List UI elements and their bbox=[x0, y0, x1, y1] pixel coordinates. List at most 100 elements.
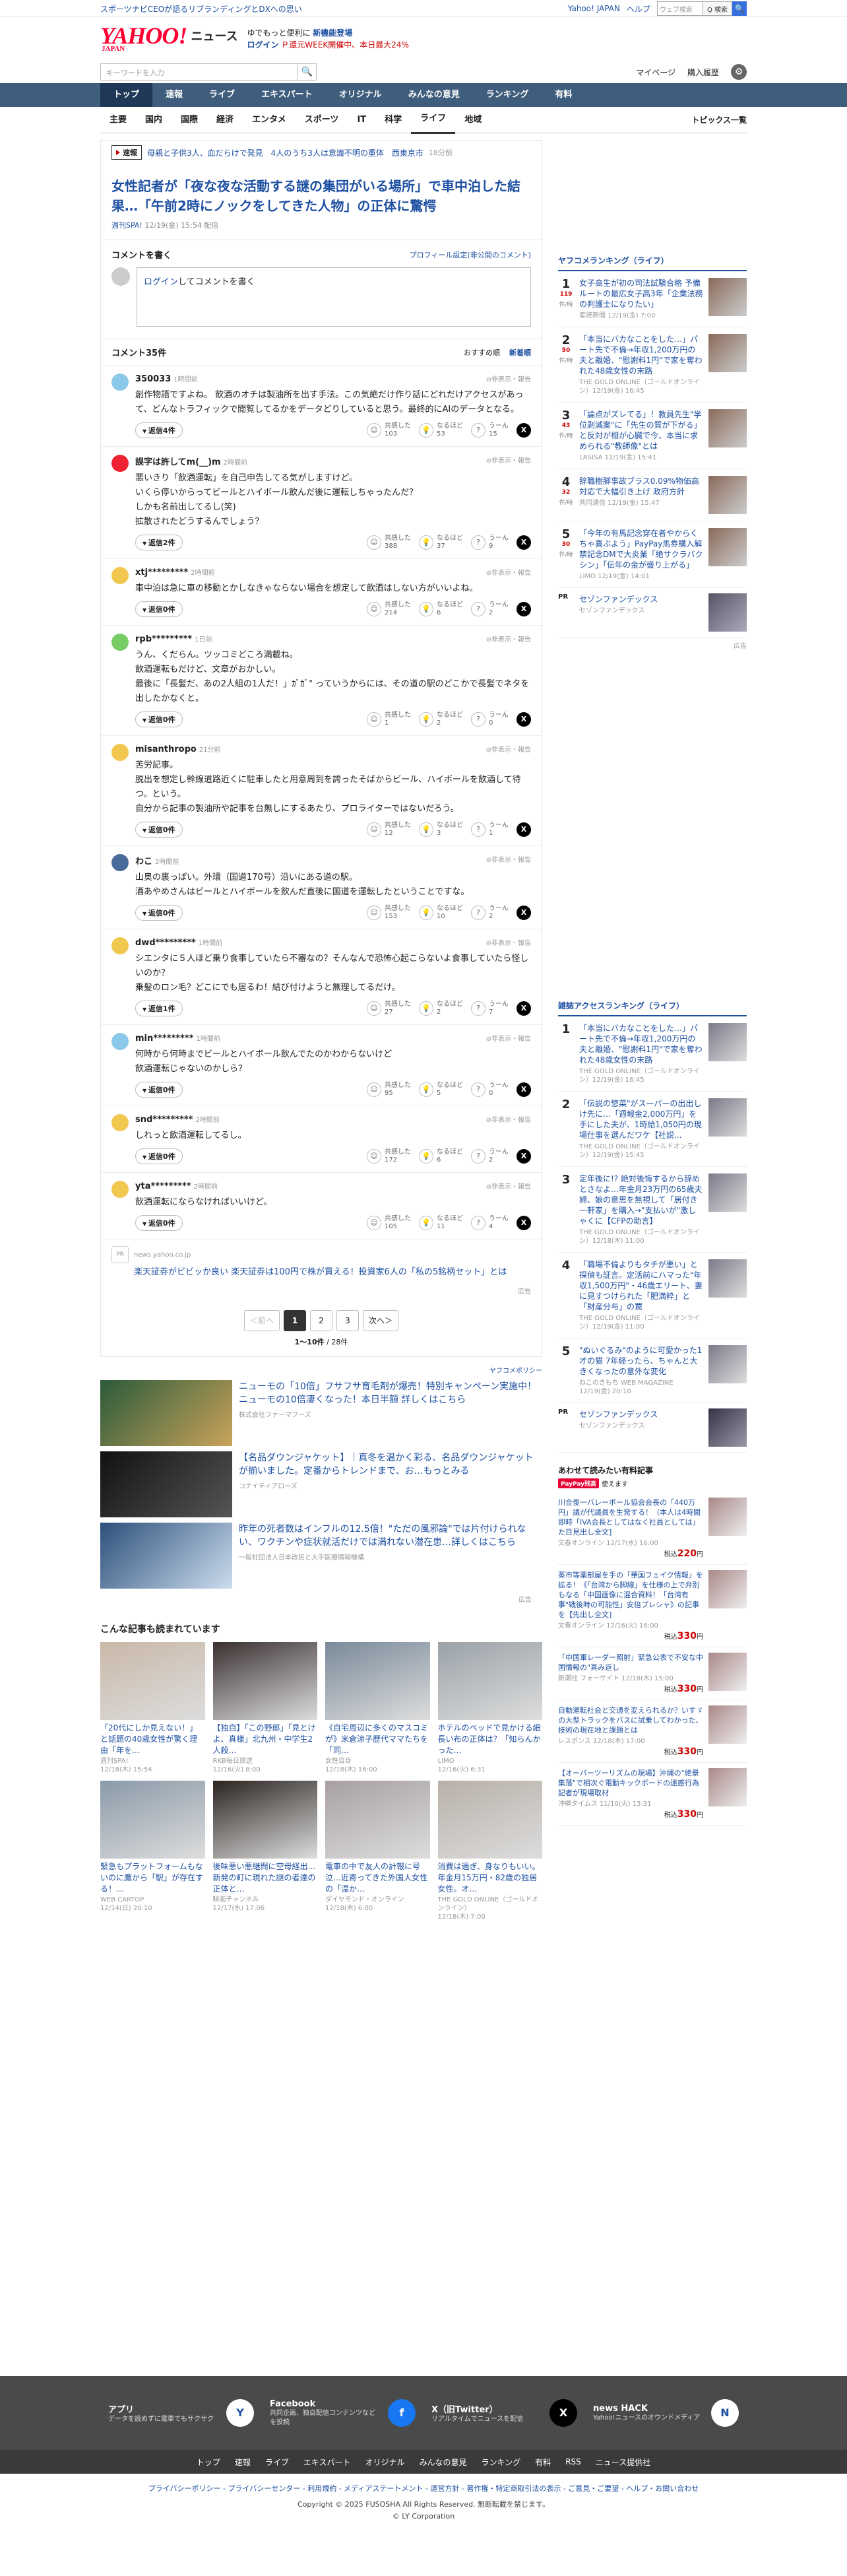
ranking-title[interactable]: 「職場不倫よりもタチが悪い」と探偵も証言。定活前にハマった"年収1,500万円"… bbox=[579, 1259, 703, 1312]
ad-title[interactable]: 【名品ダウンジャケット】｜真冬を温かく彩る、名品ダウンジャケットが揃いました。定… bbox=[239, 1451, 542, 1478]
reaction-button[interactable]: ☺ 共感した 103 bbox=[367, 422, 411, 438]
related-item[interactable]: ホテルのベッドで見かける細長い布の正体は？「知らんかった… LIMO 12/16(火… bbox=[437, 1642, 543, 1774]
mypage-link[interactable]: マイページ bbox=[636, 67, 675, 78]
reaction-button[interactable]: 💡 なるほど 53 bbox=[419, 422, 463, 438]
reply-button[interactable]: 返信2件 bbox=[135, 535, 183, 550]
related-item[interactable]: 緊急もプラットフォームもないのに鷹から「駅」が存在する！… WEB CARTOP 1… bbox=[100, 1781, 205, 1921]
paid-title[interactable]: 「中国軍レーダー照射」緊急公表で不安な中国情報の"真み返し bbox=[558, 1653, 703, 1672]
related-title[interactable]: 後味悪い悪継問に空母経出…新発の町に現れた謎の者達の正体と… bbox=[213, 1861, 318, 1896]
facebook-icon[interactable]: f bbox=[388, 2399, 416, 2427]
ranking-item[interactable]: 3 43 件/時 「論点がズレてる」！教員先生"学位剥減案"に「先生の質が下がる」と反… bbox=[558, 403, 747, 469]
reaction-button[interactable]: ? うーん 0 bbox=[471, 711, 509, 727]
footer-service[interactable]: Facebook 共同企画、独自配信コンテンツなどを投稿 f bbox=[262, 2399, 424, 2427]
reaction-button[interactable]: ? うーん 2 bbox=[471, 905, 509, 921]
related-thumbnail[interactable] bbox=[212, 1642, 317, 1720]
paid-article[interactable]: 蒸市等薬部屋を手の「華国フェイク情報」を拡る！《「台湾から脚線」を仕様の上で弁別… bbox=[558, 1565, 747, 1647]
related-item[interactable]: 【独自】「この野郎」「見とけよ、真様」北九州・中学生2人殺… RKB毎日放送 12/… bbox=[212, 1642, 318, 1774]
reaction-button[interactable]: 💡 なるほど 6 bbox=[419, 1148, 463, 1164]
comment-author[interactable]: misanthropo 21分前 bbox=[135, 744, 221, 754]
x-share-icon[interactable]: X bbox=[517, 1001, 531, 1016]
avatar[interactable] bbox=[111, 455, 129, 472]
reaction-button[interactable]: ☺ 共感した 27 bbox=[367, 1001, 411, 1016]
paid-article[interactable]: 川合俊一バレーボール協会会長の「440万円」議が代議員を生発する！（本人は4時間… bbox=[558, 1492, 747, 1565]
avatar[interactable] bbox=[111, 1181, 129, 1198]
subnav-item[interactable]: 国内 bbox=[136, 107, 172, 133]
profile-link[interactable]: プロフィール設定(非公開のコメント) bbox=[410, 249, 531, 260]
report-link[interactable]: ⊘非表示・報告 bbox=[486, 937, 531, 948]
ad-image[interactable] bbox=[100, 1380, 232, 1446]
avatar[interactable] bbox=[111, 1114, 129, 1131]
pr-title[interactable]: セゾンファンデックス bbox=[579, 1408, 703, 1420]
related-title[interactable]: 《自宅周辺に多くのマスコミが》米倉涼子歴代ママたちを「同… bbox=[325, 1723, 430, 1757]
ad-item[interactable]: 昨年の死者数はインフルの12.5倍！"ただの風邪論"では片付けられない、ワクチン… bbox=[100, 1523, 542, 1589]
related-thumbnail[interactable] bbox=[437, 1781, 542, 1859]
reply-button[interactable]: 返信1件 bbox=[135, 1001, 183, 1016]
paid-title[interactable]: 川合俊一バレーボール協会会長の「440万円」議が代議員を生発する！（本人は4時間… bbox=[558, 1498, 703, 1537]
campaign-link[interactable]: Ｐ還元WEEK開催中、本日最大24% bbox=[281, 40, 409, 50]
page-button[interactable]: 1 bbox=[284, 1310, 306, 1331]
reaction-button[interactable]: ? うーん 7 bbox=[471, 1001, 509, 1016]
report-link[interactable]: ⊘非表示・報告 bbox=[486, 1033, 531, 1043]
avatar[interactable] bbox=[111, 854, 129, 871]
reply-button[interactable]: 返信0件 bbox=[135, 711, 183, 727]
ad-item[interactable]: ニューモの「10倍」フサフサ育毛剤が爆売！特別キャンペーン実施中！ニューモの10… bbox=[100, 1380, 542, 1446]
related-item[interactable]: 「20代にしか見えない！」と話題の40歳女性が驚く理由「年を… 週刊SPA! 12/… bbox=[100, 1642, 205, 1774]
gnav-item[interactable]: トップ bbox=[100, 83, 153, 107]
x-share-icon[interactable]: X bbox=[517, 535, 531, 550]
gnav-item[interactable]: エキスパート bbox=[248, 83, 326, 107]
ranking-title[interactable]: 定年後に!? 絶対後悔するから辞めとさなよ…年金月23万円の65歳夫婦、娘の意思… bbox=[579, 1173, 703, 1226]
footer-links[interactable]: プライバシーポリシー - プライバシーセンター - 利用規約 - メディアステー… bbox=[0, 2483, 847, 2493]
app-icon[interactable]: Y bbox=[226, 2399, 254, 2427]
reaction-button[interactable]: ? うーん 15 bbox=[471, 422, 509, 438]
report-link[interactable]: ⊘非表示・報告 bbox=[486, 1181, 531, 1191]
related-thumbnail[interactable] bbox=[325, 1781, 430, 1859]
pr-item[interactable]: PR セゾンファンデックス セゾンファンデックス bbox=[558, 1403, 747, 1453]
x-share-icon[interactable]: X bbox=[517, 822, 531, 837]
ranking-title[interactable]: "ぬいぐるみ"のように可愛かった1才の猫 7年経ったら、ちゃんと大きくなったの意… bbox=[579, 1345, 703, 1377]
web-search-input[interactable]: ウェブ検索 bbox=[656, 1, 703, 16]
comment-author[interactable]: 誤字は許してm(__)m 2時間前 bbox=[135, 455, 247, 467]
login-link[interactable]: ログイン bbox=[247, 40, 278, 50]
comment-author[interactable]: わこ 2時間前 bbox=[135, 854, 179, 867]
breaking-news[interactable]: 速報 母親と子供3人、血だらけで発見 4人のうち3人は意識不明の重体 西東京市 … bbox=[101, 141, 542, 164]
report-link[interactable]: ⊘非表示・報告 bbox=[486, 854, 531, 867]
x-share-icon[interactable]: X bbox=[517, 1216, 531, 1230]
reaction-button[interactable]: 💡 なるほど 6 bbox=[419, 601, 463, 617]
search-icon[interactable]: 🔍 bbox=[732, 1, 747, 16]
next-button[interactable]: 次へ＞ bbox=[363, 1310, 399, 1331]
x-share-icon[interactable]: X bbox=[517, 1149, 531, 1164]
related-title[interactable]: 緊急もプラットフォームもないのに鷹から「駅」が存在する！… bbox=[100, 1861, 205, 1896]
reaction-button[interactable]: ? うーん 9 bbox=[471, 535, 509, 550]
related-title[interactable]: ホテルのベッドで見かける細長い布の正体は？「知らんかった… bbox=[438, 1723, 543, 1757]
ranking-item[interactable]: 2 50 件/時 「本当にバカなことをした…」パート先で不倫→年収1,200万円の夫と… bbox=[558, 327, 747, 403]
reply-button[interactable]: 返信0件 bbox=[135, 1215, 183, 1231]
subnav-item[interactable]: 経済 bbox=[207, 107, 243, 133]
footer-service[interactable]: X（旧Twitter） リアルタイムでニュースを配信 X bbox=[424, 2399, 585, 2427]
footer-nav-item[interactable]: 有料 bbox=[535, 2457, 551, 2468]
reaction-button[interactable]: ☺ 共感した 153 bbox=[367, 905, 411, 921]
report-link[interactable]: ⊘非表示・報告 bbox=[486, 567, 531, 578]
sort-recommended[interactable]: おすすめ順 bbox=[464, 347, 500, 358]
reaction-button[interactable]: ? うーん 1 bbox=[471, 822, 509, 838]
related-title[interactable]: 消費は過ぎ、身なりもいい。年金月15万円・82歳の独居女性。オ… bbox=[438, 1861, 543, 1896]
sponsored-item[interactable]: PR news.yahoo.co.jp 楽天証券がビビッか良い 楽天証券は100円… bbox=[101, 1239, 542, 1286]
x-share-icon[interactable]: X bbox=[517, 1082, 531, 1097]
subnav-item[interactable]: 科学 bbox=[375, 107, 411, 133]
comment-author[interactable]: min********* 1時間前 bbox=[135, 1033, 220, 1043]
avatar[interactable] bbox=[111, 937, 129, 954]
ranking-item[interactable]: 2 「伝説の惣菜"がスーパーの出出しけ先に…「週報金2,000万円」を手にした夫が… bbox=[558, 1092, 747, 1167]
reaction-button[interactable]: ? うーん 0 bbox=[471, 1082, 509, 1098]
footer-nav-item[interactable]: ライブ bbox=[265, 2457, 289, 2468]
gnav-item[interactable]: オリジナル bbox=[326, 83, 395, 107]
reaction-button[interactable]: 💡 なるほど 3 bbox=[419, 822, 463, 838]
reaction-button[interactable]: ☺ 共感した 388 bbox=[367, 535, 411, 550]
footer-service[interactable]: news HACK Yahoo!ニュースのオウンドメディア N bbox=[585, 2399, 747, 2427]
sort-newest[interactable]: 新着順 bbox=[509, 347, 531, 358]
avatar[interactable] bbox=[111, 374, 129, 391]
sponsor-title[interactable]: 楽天証券がビビッか良い 楽天証券は100円で株が買える！投資家6人の「私の5銘柄… bbox=[134, 1266, 531, 1279]
avatar[interactable] bbox=[111, 1033, 129, 1050]
ranking-title[interactable]: 「今年の有馬記念穿在者やからくちゃ喜ぶよう」PayPay馬券購入解禁記念DMで大… bbox=[579, 528, 703, 570]
comment-author[interactable]: rpb********* 1日前 bbox=[135, 634, 212, 644]
ranking-item[interactable]: 4 32 件/時 辞職樹脚事故ブラス0.09%物価高対応で大幅引き上げ 政府方針 共同通… bbox=[558, 469, 747, 521]
related-title[interactable]: 【独自】「この野郎」「見とけよ、真様」北九州・中学生2人殺… bbox=[213, 1723, 318, 1757]
